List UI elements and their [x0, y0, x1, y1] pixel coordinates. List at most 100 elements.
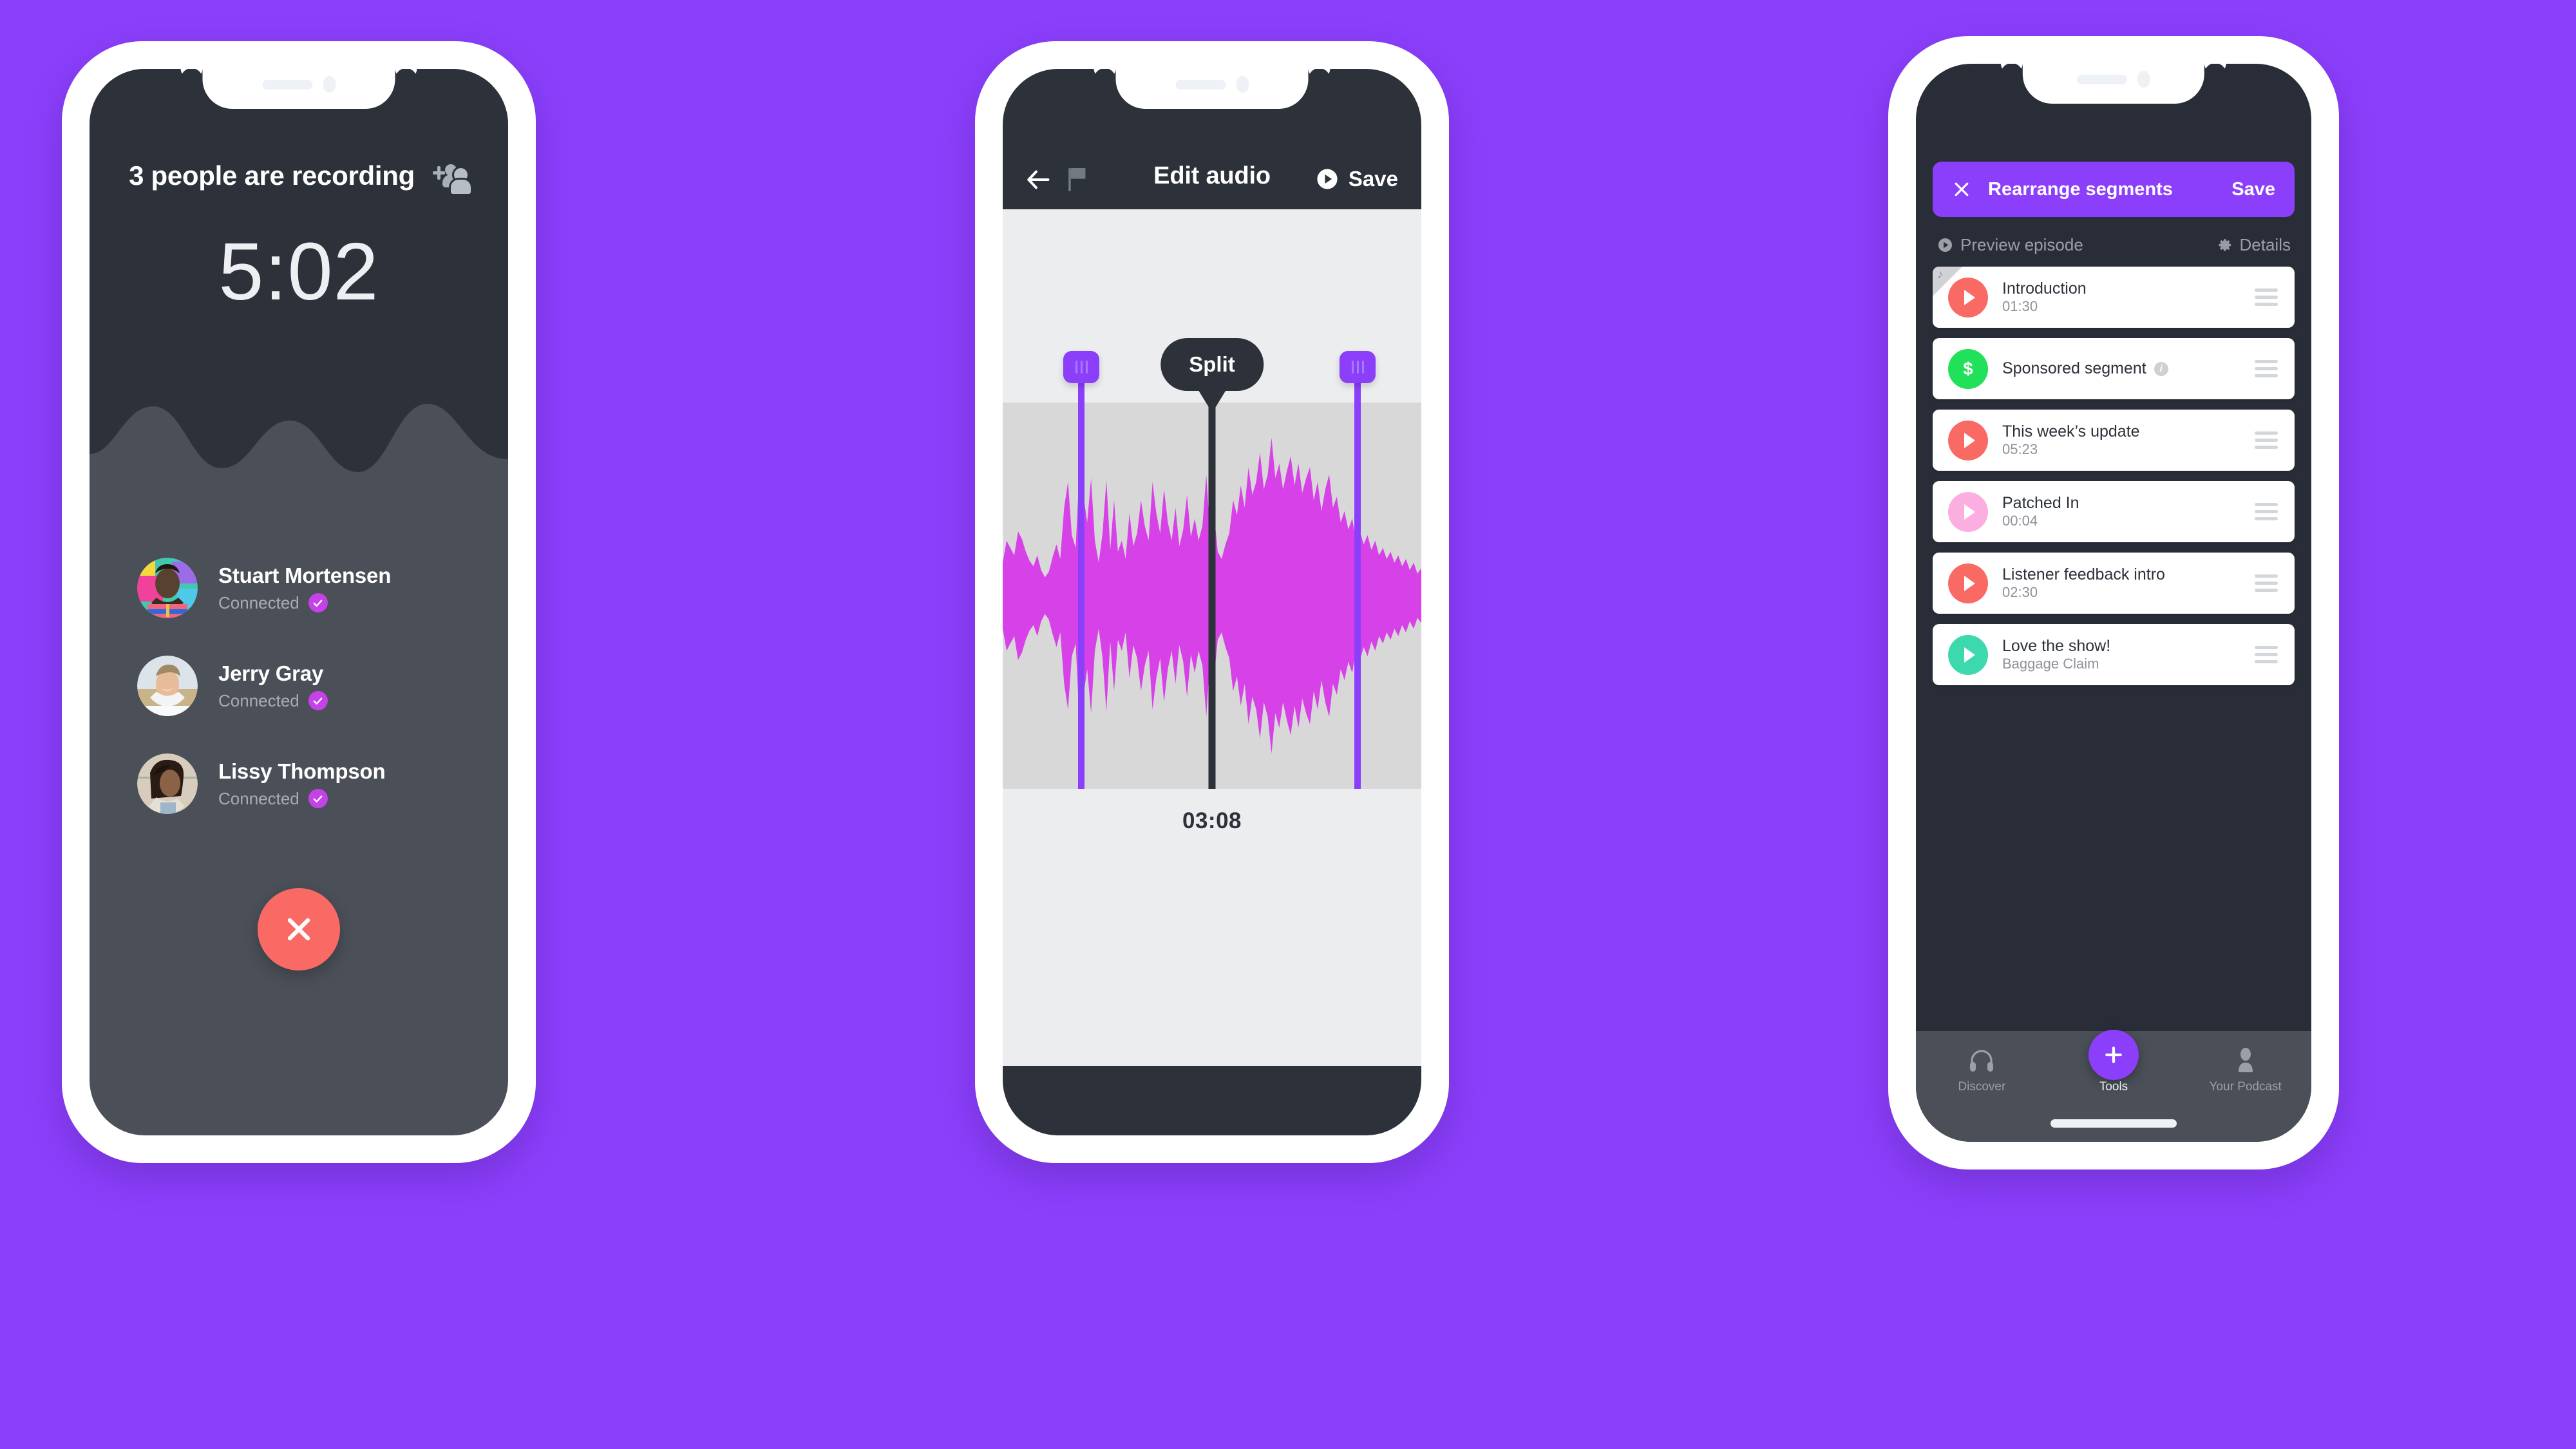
segment-title-row: Listener feedback intro — [2002, 565, 2165, 584]
add-segment-button[interactable] — [2088, 1030, 2139, 1080]
headphones-icon — [1969, 1046, 1994, 1074]
tab-your-podcast-label: Your Podcast — [2209, 1080, 2282, 1094]
segment-play-button[interactable]: $ — [1948, 348, 1988, 389]
left-trim-marker[interactable] — [1063, 351, 1099, 789]
details-button[interactable]: Details — [2218, 235, 2291, 255]
participant-status: Connected — [218, 690, 299, 710]
preview-toolbar: Preview episode Details — [1938, 235, 2291, 255]
notch-camera — [1236, 76, 1249, 93]
segment-title-row: Patched In — [2002, 494, 2079, 513]
list-item[interactable]: Lissy Thompson Connected — [90, 735, 508, 833]
segment-play-button[interactable] — [1948, 634, 1988, 675]
play-circle-icon — [1938, 238, 1953, 252]
info-icon[interactable]: i — [2154, 361, 2168, 376]
segment-card[interactable]: This week’s update 05:23 — [1933, 410, 2295, 471]
segment-title: Love the show! — [2002, 637, 2111, 655]
participant-list: Stuart Mortensen Connected Jerry Gray Co… — [90, 500, 508, 833]
list-item[interactable]: Jerry Gray Connected — [90, 637, 508, 735]
avatar — [137, 558, 198, 618]
verified-check-icon — [308, 593, 328, 612]
segment-meta: Patched In 00:04 — [2002, 494, 2079, 529]
drag-handle[interactable] — [2255, 360, 2278, 377]
end-recording-button[interactable] — [258, 888, 340, 971]
participant-meta: Jerry Gray Connected — [218, 661, 328, 711]
segment-subtitle: 00:04 — [2002, 513, 2038, 529]
add-people-icon[interactable] — [432, 161, 473, 196]
segment-title-row: This week’s update — [2002, 422, 2140, 441]
segment-meta: Introduction 01:30 — [2002, 279, 2087, 315]
waveform-editor[interactable]: Split 03:08 — [1003, 209, 1421, 937]
recording-title-row: 3 people are recording — [90, 160, 508, 196]
play-icon — [1316, 168, 1338, 190]
close-icon — [287, 918, 310, 941]
segment-play-button[interactable] — [1948, 563, 1988, 603]
participant-meta: Lissy Thompson Connected — [218, 759, 386, 809]
verified-check-icon — [308, 691, 328, 710]
tab-discover-label: Discover — [1958, 1080, 2006, 1094]
participant-status-row: Connected — [218, 789, 385, 809]
tab-your-podcast[interactable]: Your Podcast — [2179, 1046, 2311, 1094]
drag-handle[interactable] — [2255, 503, 2278, 520]
phone-notch — [1115, 69, 1309, 109]
segment-title-row: Introduction — [2002, 279, 2087, 298]
details-label: Details — [2239, 235, 2291, 254]
flag-icon — [1068, 168, 1086, 191]
segment-card[interactable]: $ Sponsored segment i — [1933, 338, 2295, 399]
page-title: 3 people are recording — [129, 160, 415, 191]
segment-play-button[interactable] — [1948, 277, 1988, 317]
split-button[interactable]: Split — [1160, 338, 1264, 391]
participant-status-row: Connected — [218, 593, 391, 613]
notch-speaker — [1175, 79, 1226, 90]
segment-meta: Sponsored segment i — [2002, 359, 2168, 378]
edit-footer-bar — [1003, 1066, 1421, 1135]
segment-meta: Love the show! Baggage Claim — [2002, 637, 2110, 672]
page-title: Rearrange segments — [1988, 178, 2173, 200]
save-button[interactable]: Save — [2231, 179, 2275, 200]
drag-handle[interactable] — [2255, 431, 2278, 449]
segment-subtitle: Baggage Claim — [2002, 656, 2099, 672]
preview-episode-button[interactable]: Preview episode — [1938, 235, 2083, 255]
segment-meta: This week’s update 05:23 — [2002, 422, 2140, 458]
right-trim-marker[interactable] — [1340, 351, 1376, 789]
right-trim-grip[interactable] — [1340, 351, 1376, 383]
back-button[interactable] — [1026, 169, 1050, 191]
phone-recording: 3 people are recording 5:02 Stuart Morte… — [62, 41, 536, 1163]
topbar-left-group — [1026, 168, 1086, 191]
tab-discover[interactable]: Discover — [1916, 1046, 2048, 1094]
segment-card[interactable]: Love the show! Baggage Claim — [1933, 624, 2295, 685]
person-icon — [2235, 1046, 2257, 1074]
participant-name: Lissy Thompson — [218, 759, 386, 783]
phone1-screen: 3 people are recording 5:02 Stuart Morte… — [90, 69, 508, 1135]
avatar — [137, 753, 198, 814]
svg-text:$: $ — [1963, 358, 1973, 378]
end-call-wrap — [90, 888, 508, 971]
notch-speaker — [2077, 74, 2127, 84]
drag-handle[interactable] — [2255, 574, 2278, 592]
close-button[interactable] — [1952, 180, 1971, 199]
participant-status: Connected — [218, 592, 299, 612]
segment-card[interactable]: Listener feedback intro 02:30 — [1933, 553, 2295, 614]
segment-play-button[interactable] — [1948, 491, 1988, 532]
segment-subtitle: 01:30 — [2002, 298, 2038, 314]
flag-button[interactable] — [1068, 168, 1086, 191]
drag-handle[interactable] — [2255, 289, 2278, 306]
segment-list: ♪ Introduction 01:30 $ Sponsored segment i Thi… — [1916, 267, 2311, 685]
rearrange-header: Rearrange segments Save — [1933, 162, 2295, 217]
split-playhead[interactable] — [1208, 396, 1216, 789]
segment-card[interactable]: ♪ Introduction 01:30 — [1933, 267, 2295, 328]
segment-play-button[interactable] — [1948, 420, 1988, 460]
segment-title: Introduction — [2002, 279, 2087, 298]
avatar — [137, 656, 198, 716]
notch-speaker — [262, 79, 312, 90]
segment-title-row: Sponsored segment i — [2002, 359, 2168, 378]
list-item[interactable]: Stuart Mortensen Connected — [90, 539, 508, 637]
save-button[interactable]: Save — [1316, 167, 1398, 191]
participant-status-row: Connected — [218, 691, 328, 711]
segment-title: Listener feedback intro — [2002, 565, 2165, 583]
recording-wave-decoration — [90, 404, 508, 500]
phone-notch — [202, 69, 395, 109]
left-trim-grip[interactable] — [1063, 351, 1099, 383]
segment-card[interactable]: Patched In 00:04 — [1933, 481, 2295, 542]
drag-handle[interactable] — [2255, 646, 2278, 663]
recording-header-panel: 3 people are recording 5:02 — [90, 69, 508, 500]
